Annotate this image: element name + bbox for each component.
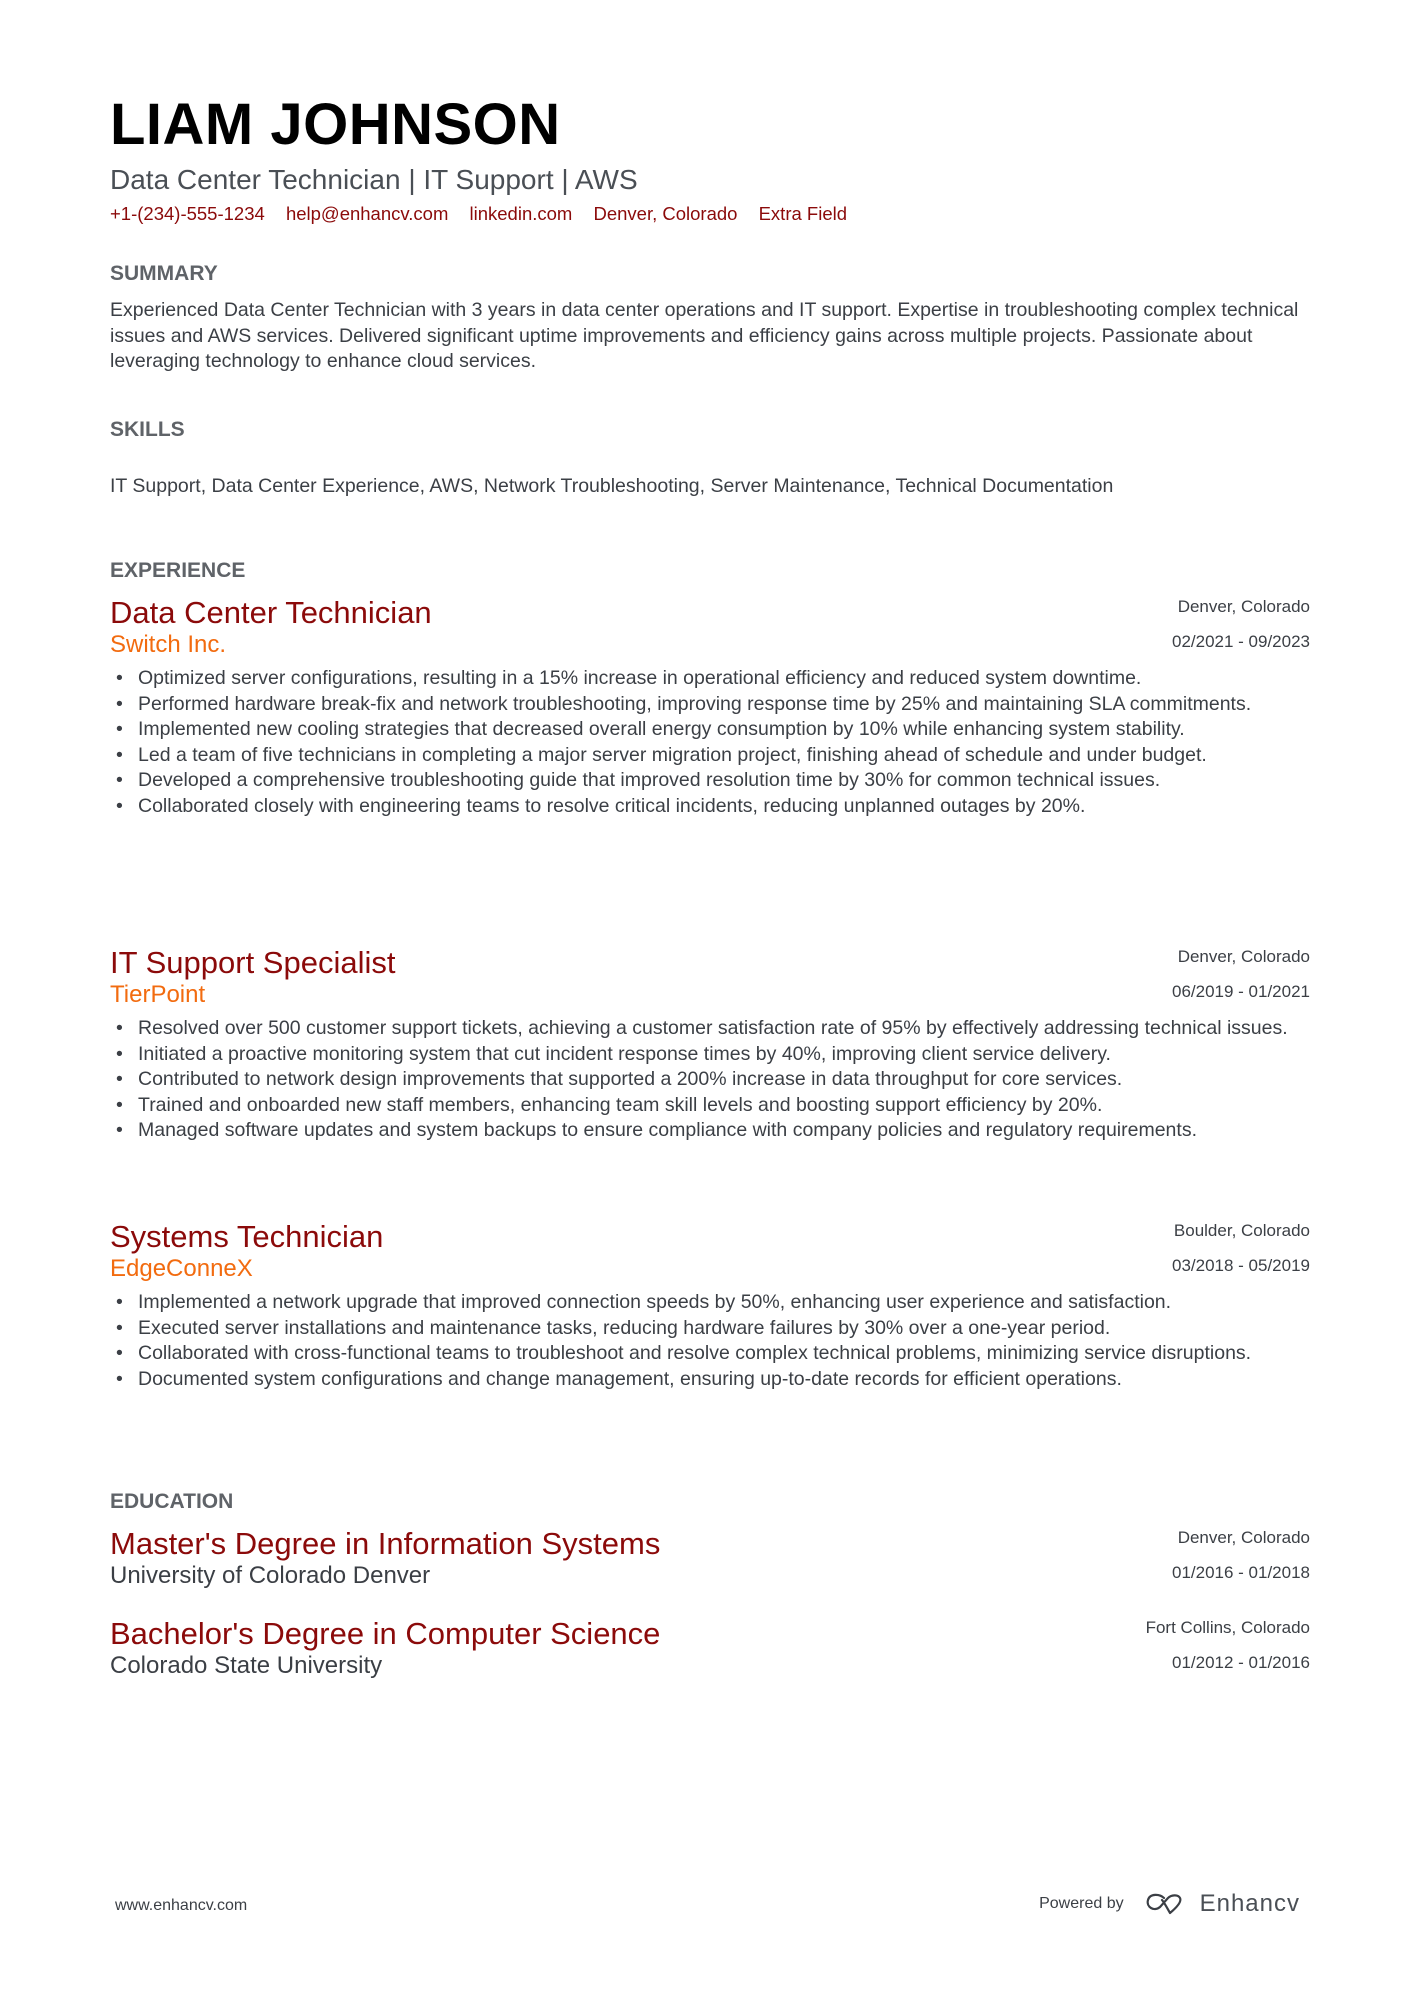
candidate-name: LIAM JOHNSON	[110, 92, 561, 157]
job-bullets: Implemented a network upgrade that impro…	[110, 1290, 1310, 1392]
job-bullets: Optimized server configurations, resulti…	[110, 666, 1310, 820]
education-location: Denver, Colorado	[1177, 1528, 1310, 1547]
contact-location: Denver, Colorado	[593, 203, 738, 224]
experience-item: Data Center Technician Switch Inc. Denve…	[110, 596, 1310, 820]
job-bullet: Developed a comprehensive troubleshootin…	[110, 768, 1310, 794]
job-bullet: Resolved over 500 customer support ticke…	[110, 1016, 1310, 1042]
school-name: University of Colorado Denver	[110, 1562, 431, 1589]
summary-heading: SUMMARY	[110, 262, 218, 285]
job-bullet: Performed hardware break-fix and network…	[110, 692, 1310, 718]
footer-website[interactable]: www.enhancv.com	[115, 1897, 247, 1915]
job-bullet: Optimized server configurations, resulti…	[110, 666, 1310, 692]
school-name: Colorado State University	[110, 1652, 383, 1679]
education-dates: 01/2012 - 01/2016	[1171, 1653, 1310, 1672]
experience-heading: EXPERIENCE	[110, 559, 246, 582]
job-bullets: Resolved over 500 customer support ticke…	[110, 1016, 1310, 1144]
enhancv-wordmark: Enhancv	[1199, 1890, 1300, 1917]
skills-heading: SKILLS	[110, 418, 185, 441]
job-location: Boulder, Colorado	[1173, 1221, 1310, 1240]
contact-phone[interactable]: +1-(234)-555-1234	[110, 203, 265, 224]
job-company: EdgeConneX	[110, 1255, 253, 1282]
job-company: TierPoint	[110, 981, 206, 1008]
job-bullet: Contributed to network design improvemen…	[110, 1067, 1310, 1093]
skills-text: IT Support, Data Center Experience, AWS,…	[110, 475, 1114, 497]
job-bullet: Managed software updates and system back…	[110, 1118, 1310, 1144]
contact-linkedin[interactable]: linkedin.com	[470, 203, 573, 224]
job-dates: 02/2021 - 09/2023	[1171, 632, 1310, 651]
job-title: Systems Technician	[110, 1219, 384, 1254]
education-location: Fort Collins, Colorado	[1145, 1618, 1310, 1637]
contact-extra: Extra Field	[758, 203, 848, 224]
job-title: Data Center Technician	[110, 595, 432, 630]
candidate-headline: Data Center Technician | IT Support | AW…	[110, 164, 638, 195]
contact-info: +1-(234)-555-1234 help@enhancv.com linke…	[110, 203, 863, 225]
job-dates: 06/2019 - 01/2021	[1171, 982, 1310, 1001]
summary-text: Experienced Data Center Technician with …	[110, 299, 1299, 373]
job-title: IT Support Specialist	[110, 945, 396, 980]
job-company: Switch Inc.	[110, 631, 227, 658]
enhancv-logo-icon	[1146, 1893, 1182, 1915]
job-dates: 03/2018 - 05/2019	[1171, 1256, 1310, 1275]
job-bullet: Implemented new cooling strategies that …	[110, 717, 1310, 743]
contact-email[interactable]: help@enhancv.com	[286, 203, 448, 224]
education-heading: EDUCATION	[110, 1490, 234, 1513]
job-bullet: Executed server installations and mainte…	[110, 1316, 1310, 1342]
job-bullet: Collaborated closely with engineering te…	[110, 794, 1310, 820]
job-bullet: Implemented a network upgrade that impro…	[110, 1290, 1310, 1316]
degree-title: Master's Degree in Information Systems	[110, 1526, 661, 1561]
job-bullet: Collaborated with cross-functional teams…	[110, 1341, 1310, 1367]
job-bullet: Trained and onboarded new staff members,…	[110, 1093, 1310, 1119]
job-location: Denver, Colorado	[1177, 947, 1310, 966]
job-bullet: Documented system configurations and cha…	[110, 1367, 1310, 1393]
experience-item: Systems Technician EdgeConneX Boulder, C…	[110, 1220, 1310, 1392]
education-item: Master's Degree in Information Systems U…	[110, 1527, 1310, 1591]
powered-by-label: Powered by	[1039, 1895, 1124, 1912]
experience-item: IT Support Specialist TierPoint Denver, …	[110, 946, 1310, 1144]
job-location: Denver, Colorado	[1177, 597, 1310, 616]
enhancv-brand[interactable]: Enhancv	[1144, 1890, 1300, 1918]
job-bullet: Led a team of five technicians in comple…	[110, 743, 1310, 769]
footer-branding: Powered by Enhancv	[1039, 1890, 1300, 1918]
education-dates: 01/2016 - 01/2018	[1171, 1563, 1310, 1582]
education-item: Bachelor's Degree in Computer Science Co…	[110, 1617, 1310, 1681]
degree-title: Bachelor's Degree in Computer Science	[110, 1616, 661, 1651]
job-bullet: Initiated a proactive monitoring system …	[110, 1042, 1310, 1068]
